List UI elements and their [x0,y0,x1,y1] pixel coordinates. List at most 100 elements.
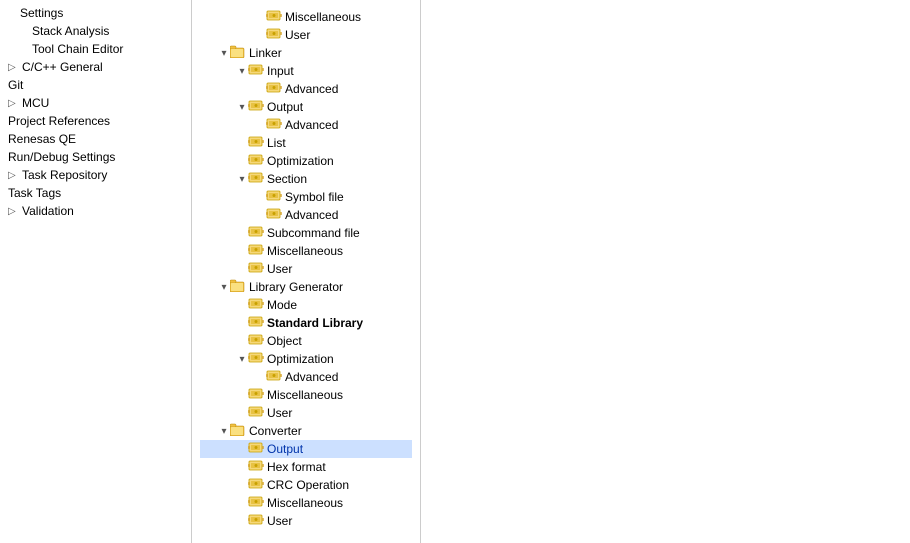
gear-icon [248,495,264,511]
sidebar-label: Run/Debug Settings [8,150,115,164]
sidebar-item-cpp-general[interactable]: ▷ C/C++ General [0,58,191,76]
tree-node-mode[interactable]: Mode [200,296,412,314]
sidebar-item-project-references[interactable]: Project References [0,112,191,130]
tree-node-output-advanced[interactable]: Advanced [200,116,412,134]
folder-icon [230,45,246,61]
gear-icon [266,117,282,133]
node-label: Mode [267,298,297,312]
sidebar-label: Project References [8,114,110,128]
node-label: Advanced [285,208,338,222]
node-label: Subcommand file [267,226,360,240]
sidebar-label: Renesas QE [8,132,76,146]
tree-node-linker-misc[interactable]: Miscellaneous [200,242,412,260]
node-label: User [267,406,292,420]
expand-arrow-icon: ▷ [8,98,18,109]
tree-node-list[interactable]: List [200,134,412,152]
node-label: User [267,514,292,528]
gear-icon [266,27,282,43]
tree-node-section[interactable]: ▾ Section [200,170,412,188]
tree-node-linker[interactable]: ▾ Linker [200,44,412,62]
node-label: Output [267,442,303,456]
tree-node-crc-operation[interactable]: CRC Operation [200,476,412,494]
gear-icon [248,405,264,421]
gear-icon [248,351,264,367]
sidebar-item-settings[interactable]: Settings [0,4,191,22]
node-label: Advanced [285,82,338,96]
gear-icon [266,369,282,385]
tree-node-object[interactable]: Object [200,332,412,350]
tree-node-standard-library[interactable]: Standard Library [200,314,412,332]
sidebar-label: Validation [22,204,74,218]
node-label: Symbol file [285,190,344,204]
gear-icon [248,459,264,475]
node-label: Object [267,334,302,348]
tree-node-conv-user[interactable]: User [200,512,412,530]
sidebar-item-mcu[interactable]: ▷ MCU [0,94,191,112]
gear-icon [248,441,264,457]
sidebar-item-validation[interactable]: ▷ Validation [0,202,191,220]
toggle-arrow-icon: ▾ [218,426,230,437]
tree-node-miscellaneous-top[interactable]: Miscellaneous [200,8,412,26]
tree-node-input[interactable]: ▾ Input [200,62,412,80]
node-label: Miscellaneous [267,244,343,258]
tree-node-subcommand-file[interactable]: Subcommand file [200,224,412,242]
sidebar-label: Git [8,78,23,92]
gear-icon [248,297,264,313]
node-label: Library Generator [249,280,343,294]
toggle-arrow-icon: ▾ [236,354,248,365]
gear-icon [266,189,282,205]
node-label: Input [267,64,294,78]
sidebar-label: Settings [20,6,63,20]
settings-tree: Miscellaneous User▾ Linker▾ Input Advanc… [192,4,420,534]
tree-node-conv-misc[interactable]: Miscellaneous [200,494,412,512]
toggle-arrow-icon: ▾ [236,102,248,113]
gear-icon [248,135,264,151]
node-label: Standard Library [267,316,363,330]
tree-node-hex-format[interactable]: Hex format [200,458,412,476]
tree-node-input-advanced[interactable]: Advanced [200,80,412,98]
gear-icon [248,333,264,349]
tree-node-lib-optimization[interactable]: ▾ Optimization [200,350,412,368]
gear-icon [248,315,264,331]
tree-node-converter[interactable]: ▾ Converter [200,422,412,440]
node-label: List [267,136,286,150]
gear-icon [248,153,264,169]
folder-icon [230,423,246,439]
sidebar-item-run-debug[interactable]: Run/Debug Settings [0,148,191,166]
folder-icon [230,279,246,295]
expand-arrow-icon: ▷ [8,206,18,217]
sidebar-item-renesas-qe[interactable]: Renesas QE [0,130,191,148]
node-label: Advanced [285,118,338,132]
sidebar-label: Task Tags [8,186,61,200]
node-label: Converter [249,424,302,438]
sidebar-item-tool-chain-editor[interactable]: Tool Chain Editor [0,40,191,58]
gear-icon [248,387,264,403]
expand-arrow-icon: ▷ [8,62,18,73]
node-label: Optimization [267,352,334,366]
tree-node-user-top[interactable]: User [200,26,412,44]
tree-node-lib-opt-advanced[interactable]: Advanced [200,368,412,386]
tree-node-linker-user[interactable]: User [200,260,412,278]
node-label: Advanced [285,370,338,384]
sidebar-item-stack-analysis[interactable]: Stack Analysis [0,22,191,40]
sidebar-item-task-repository[interactable]: ▷ Task Repository [0,166,191,184]
main-tree-panel: Miscellaneous User▾ Linker▾ Input Advanc… [192,0,420,543]
tree-node-section-advanced[interactable]: Advanced [200,206,412,224]
sidebar-item-git[interactable]: Git [0,76,191,94]
node-label: Output [267,100,303,114]
tree-node-optimization[interactable]: Optimization [200,152,412,170]
tree-node-library-generator[interactable]: ▾ Library Generator [200,278,412,296]
node-label: Optimization [267,154,334,168]
gear-icon [248,243,264,259]
tree-node-symbol-file[interactable]: Symbol file [200,188,412,206]
gear-icon [248,513,264,529]
sidebar-item-task-tags[interactable]: Task Tags [0,184,191,202]
sidebar-label: MCU [22,96,49,110]
node-label: Miscellaneous [267,388,343,402]
settings-sidebar: Settings Stack Analysis Tool Chain Edito… [0,0,192,543]
tree-node-conv-output[interactable]: Output [200,440,412,458]
sidebar-label: Stack Analysis [32,24,109,38]
tree-node-lib-misc[interactable]: Miscellaneous [200,386,412,404]
tree-node-lib-user[interactable]: User [200,404,412,422]
tree-node-output[interactable]: ▾ Output [200,98,412,116]
